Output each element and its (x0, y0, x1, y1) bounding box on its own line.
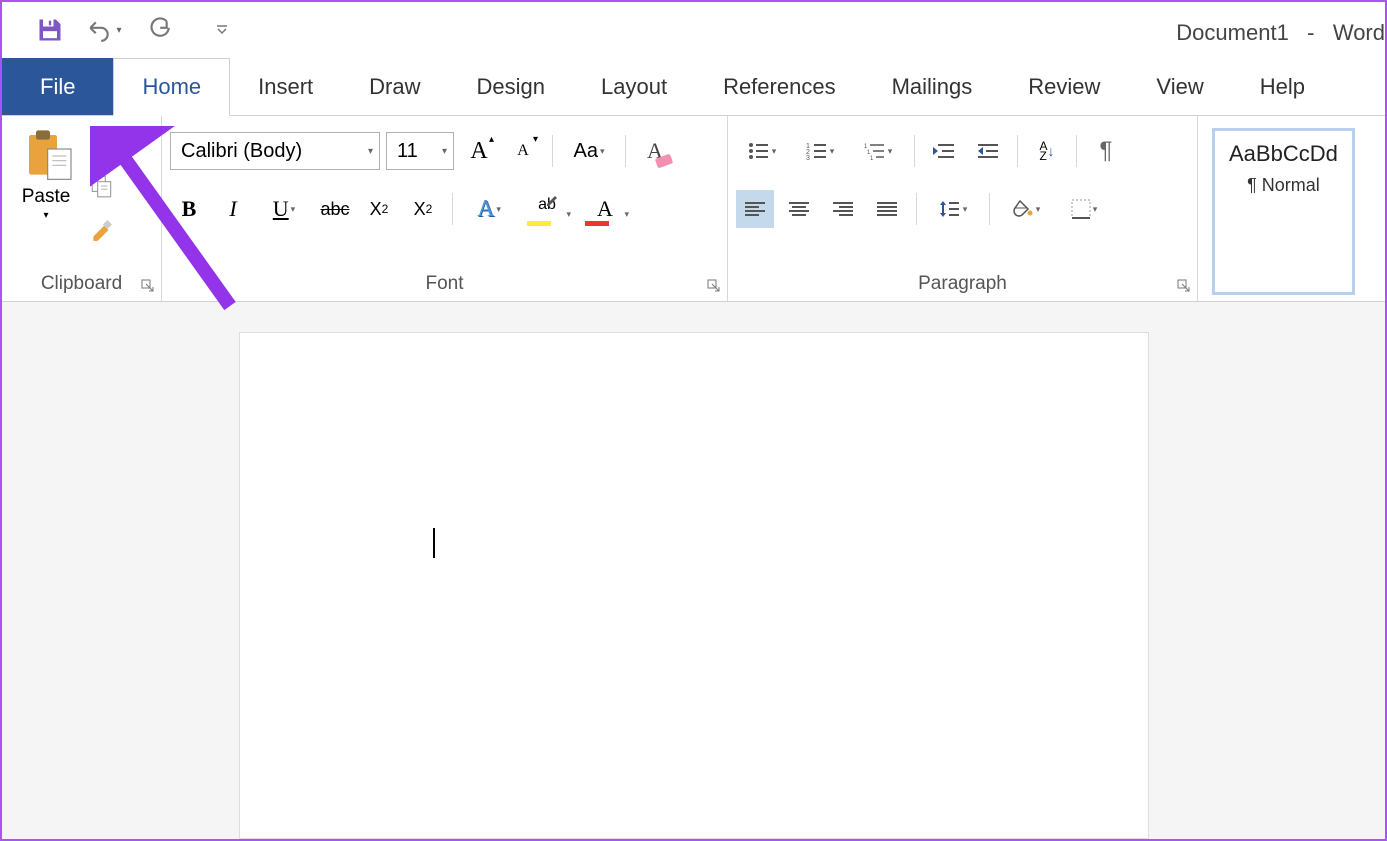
paste-label: Paste (22, 186, 71, 208)
text-cursor (433, 528, 435, 558)
subscript-button[interactable]: X2 (360, 190, 398, 228)
sort-button[interactable]: AZ↓ (1028, 132, 1066, 170)
tab-home[interactable]: Home (113, 58, 230, 116)
shrink-font-button[interactable]: A▾ (504, 132, 542, 170)
group-label-font: Font (162, 273, 727, 295)
chevron-down-icon: ▾ (1036, 204, 1041, 215)
font-name-combo[interactable]: Calibri (Body) ▾ (170, 132, 380, 170)
undo-dropdown-icon: ▾ (116, 25, 121, 36)
undo-button[interactable]: ▾ (86, 12, 122, 48)
paragraph-launcher[interactable] (1177, 279, 1191, 293)
paste-button[interactable] (22, 128, 70, 180)
redo-button[interactable] (140, 12, 176, 48)
grow-font-button[interactable]: A▴ (460, 132, 498, 170)
style-preview-text: AaBbCcDd (1229, 141, 1338, 167)
group-label-paragraph: Paragraph (728, 273, 1197, 295)
chevron-down-icon: ▾ (566, 209, 571, 220)
align-center-button[interactable] (780, 190, 818, 228)
style-normal[interactable]: AaBbCcDd ¶ Normal (1212, 128, 1355, 295)
svg-text:3: 3 (806, 155, 810, 160)
group-styles: AaBbCcDd ¶ Normal (1198, 116, 1385, 301)
tab-design[interactable]: Design (449, 58, 573, 115)
document-page[interactable] (239, 332, 1149, 839)
show-hide-button[interactable]: ¶ (1087, 132, 1125, 170)
font-name-value: Calibri (Body) (181, 140, 302, 163)
font-launcher[interactable] (707, 279, 721, 293)
bullets-button[interactable]: ▾ (736, 132, 788, 170)
group-label-clipboard: Clipboard (2, 273, 161, 295)
tab-review[interactable]: Review (1000, 58, 1128, 115)
tab-view[interactable]: View (1128, 58, 1231, 115)
highlight-swatch (527, 221, 551, 226)
chevron-down-icon: ▾ (442, 146, 447, 157)
multilevel-list-button[interactable]: 111▾ (852, 132, 904, 170)
align-left-button[interactable] (736, 190, 774, 228)
title-separator: - (1307, 20, 1314, 45)
style-name-text: ¶ Normal (1247, 175, 1320, 196)
save-button[interactable] (32, 12, 68, 48)
superscript-button[interactable]: X2 (404, 190, 442, 228)
align-right-button[interactable] (824, 190, 862, 228)
tab-mailings[interactable]: Mailings (864, 58, 1001, 115)
text-effects-button[interactable]: A▾ (463, 190, 515, 228)
cut-button[interactable] (86, 126, 118, 158)
paste-dropdown-icon[interactable]: ▾ (43, 210, 48, 221)
chevron-down-icon: ▾ (963, 204, 968, 215)
chevron-down-icon: ▾ (888, 146, 893, 157)
customize-qat-button[interactable] (204, 12, 240, 48)
line-spacing-button[interactable]: ▾ (927, 190, 979, 228)
group-paragraph: ▾ 123▾ 111▾ AZ↓ ¶ ▾ ▾ ▾ (728, 116, 1198, 301)
ribbon-tabs: File Home Insert Draw Design Layout Refe… (2, 58, 1385, 116)
font-size-combo[interactable]: 11 ▾ (386, 132, 454, 170)
numbering-button[interactable]: 123▾ (794, 132, 846, 170)
change-case-button[interactable]: Aa▾ (563, 132, 615, 170)
app-name: Word (1333, 20, 1385, 45)
decrease-indent-button[interactable] (925, 132, 963, 170)
chevron-down-icon: ▾ (1093, 204, 1098, 215)
tab-references[interactable]: References (695, 58, 864, 115)
font-size-value: 11 (397, 140, 418, 163)
title-bar: Document1 - Word (1176, 20, 1385, 46)
tab-draw[interactable]: Draw (341, 58, 448, 115)
group-clipboard: Paste ▾ Clipboard (2, 116, 162, 301)
document-area (2, 302, 1385, 839)
font-color-button[interactable]: A▾ (579, 190, 631, 228)
clipboard-launcher[interactable] (141, 279, 155, 293)
quick-access-toolbar: ▾ Document1 - Word (2, 2, 1385, 58)
chevron-down-icon: ▾ (624, 209, 629, 220)
clear-formatting-button[interactable]: A (636, 132, 674, 170)
shading-button[interactable]: ▾ (1000, 190, 1052, 228)
underline-button[interactable]: U▾ (258, 190, 310, 228)
chevron-down-icon: ▾ (600, 146, 605, 157)
chevron-down-icon: ▾ (772, 146, 777, 157)
chevron-down-icon: ▾ (496, 204, 501, 215)
italic-button[interactable]: I (214, 190, 252, 228)
format-painter-button[interactable] (86, 214, 118, 246)
svg-text:1: 1 (870, 156, 874, 160)
chevron-down-icon: ▾ (291, 204, 296, 215)
highlight-button[interactable]: ab▾ (521, 190, 573, 228)
bold-button[interactable]: B (170, 190, 208, 228)
tab-insert[interactable]: Insert (230, 58, 341, 115)
justify-button[interactable] (868, 190, 906, 228)
tab-file[interactable]: File (2, 58, 113, 115)
document-title: Document1 (1176, 20, 1289, 45)
chevron-down-icon: ▾ (830, 146, 835, 157)
font-color-swatch (585, 221, 609, 226)
group-font: Calibri (Body) ▾ 11 ▾ A▴ A▾ Aa▾ A B I U▾… (162, 116, 728, 301)
copy-button[interactable] (86, 170, 118, 202)
tab-layout[interactable]: Layout (573, 58, 695, 115)
chevron-down-icon: ▾ (368, 146, 373, 157)
tab-help[interactable]: Help (1232, 58, 1333, 115)
increase-indent-button[interactable] (969, 132, 1007, 170)
strikethrough-button[interactable]: abc (316, 190, 354, 228)
ribbon: Paste ▾ Clipboard Calibri (Bo (2, 116, 1385, 302)
borders-button[interactable]: ▾ (1058, 190, 1110, 228)
